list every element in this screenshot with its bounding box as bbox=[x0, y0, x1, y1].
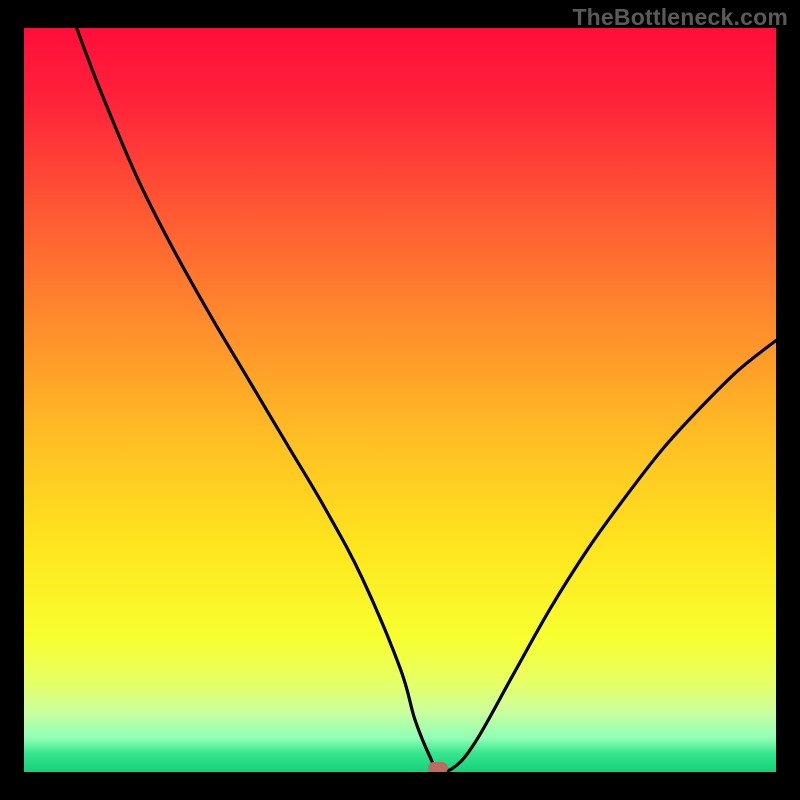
watermark-text: TheBottleneck.com bbox=[572, 4, 788, 31]
bottleneck-curve bbox=[77, 28, 776, 771]
optimal-marker bbox=[428, 762, 448, 772]
chart-stage: TheBottleneck.com bbox=[0, 0, 800, 800]
curve-layer bbox=[24, 28, 776, 772]
plot-area bbox=[24, 28, 776, 772]
